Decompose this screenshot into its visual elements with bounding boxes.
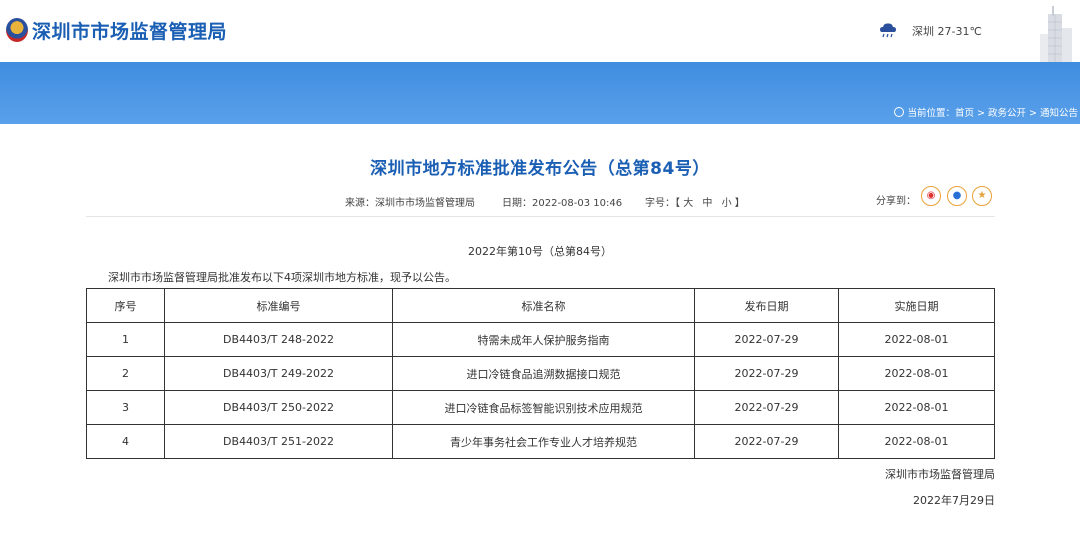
cell-code: DB4403/T 250-2022 [164,390,393,425]
table-row: 3 DB4403/T 250-2022 进口冷链食品标签智能识别技术应用规范 2… [86,390,995,425]
cell-code: DB4403/T 249-2022 [164,356,393,391]
share-label: 分享到： [876,196,916,207]
location-icon [893,107,904,117]
weather-text: 深圳 27-31℃ [912,25,982,38]
cell-name: 青少年事务社会工作专业人才培养规范 [392,424,695,459]
table-row: 2 DB4403/T 249-2022 进口冷链食品追溯数据接口规范 2022-… [86,356,995,391]
font-size-control: 字号：【 大 中 小 】 [645,194,745,209]
cell-publish-date: 2022-07-29 [694,356,839,391]
standards-table: 序号 标准编号 标准名称 发布日期 实施日期 1 DB4403/T 248-20… [86,288,995,459]
breadcrumb-text[interactable]: 当前位置：首页 > 政务公开 > 通知公告 [908,108,1079,119]
cell-publish-date: 2022-07-29 [694,390,839,425]
cell-effective-date: 2022-08-01 [838,390,995,425]
emblem-icon [6,18,28,42]
top-header: 深圳市市场监督管理局 深圳 27-31℃ [0,0,1080,62]
table-row: 1 DB4403/T 248-2022 特需未成年人保护服务指南 2022-07… [86,322,995,357]
signature-org: 深圳市市场监督管理局 [885,468,995,481]
article-content: 深圳市地方标准批准发布公告（总第84号） 来源：深圳市市场监督管理局 日期：20… [0,124,1080,547]
font-size-end: 】 [734,198,745,209]
header-banner: 当前位置：首页 > 政务公开 > 通知公告 [0,62,1080,124]
cell-index: 1 [86,322,165,357]
signature-date: 2022年7月29日 [913,494,995,507]
font-medium-button[interactable]: 中 [702,198,712,209]
table-row: 4 DB4403/T 251-2022 青少年事务社会工作专业人才培养规范 20… [86,424,995,459]
building-icon [1040,6,1072,62]
cell-effective-date: 2022-08-01 [838,322,995,357]
cell-name: 特需未成年人保护服务指南 [392,322,695,357]
weibo-icon[interactable]: ◉ [921,186,941,206]
issue-number: 2022年第10号（总第84号） [468,245,612,258]
font-small-button[interactable]: 小 [722,198,732,209]
col-header-code: 标准编号 [164,288,393,323]
col-header-publish-date: 发布日期 [694,288,839,323]
cell-code: DB4403/T 251-2022 [164,424,393,459]
col-header-index: 序号 [86,288,165,323]
qq-icon[interactable]: ● [947,186,967,206]
page-title: 深圳市地方标准批准发布公告（总第84号） [370,159,710,179]
cell-index: 4 [86,424,165,459]
article-source: 来源：深圳市市场监督管理局 [345,198,475,209]
breadcrumb: 当前位置：首页 > 政务公开 > 通知公告 [893,105,1079,119]
font-large-button[interactable]: 大 [683,198,693,209]
intro-text: 深圳市市场监督管理局批准发布以下4项深圳市地方标准，现予以公告。 [108,271,456,284]
font-size-label: 字号：【 [645,198,680,209]
article-date: 日期：2022-08-03 10:46 [502,198,623,209]
divider [86,216,995,217]
cell-index: 2 [86,356,165,391]
cell-index: 3 [86,390,165,425]
cell-publish-date: 2022-07-29 [694,322,839,357]
col-header-name: 标准名称 [392,288,695,323]
cell-effective-date: 2022-08-01 [838,424,995,459]
table-header-row: 序号 标准编号 标准名称 发布日期 实施日期 [86,288,995,323]
cell-code: DB4403/T 248-2022 [164,322,393,357]
weather-icon [880,23,896,38]
cell-effective-date: 2022-08-01 [838,356,995,391]
cell-name: 进口冷链食品标签智能识别技术应用规范 [392,390,695,425]
col-header-effective-date: 实施日期 [838,288,995,323]
qzone-icon[interactable]: ★ [972,186,992,206]
cell-publish-date: 2022-07-29 [694,424,839,459]
site-title[interactable]: 深圳市市场监督管理局 [32,17,227,44]
cell-name: 进口冷链食品追溯数据接口规范 [392,356,695,391]
